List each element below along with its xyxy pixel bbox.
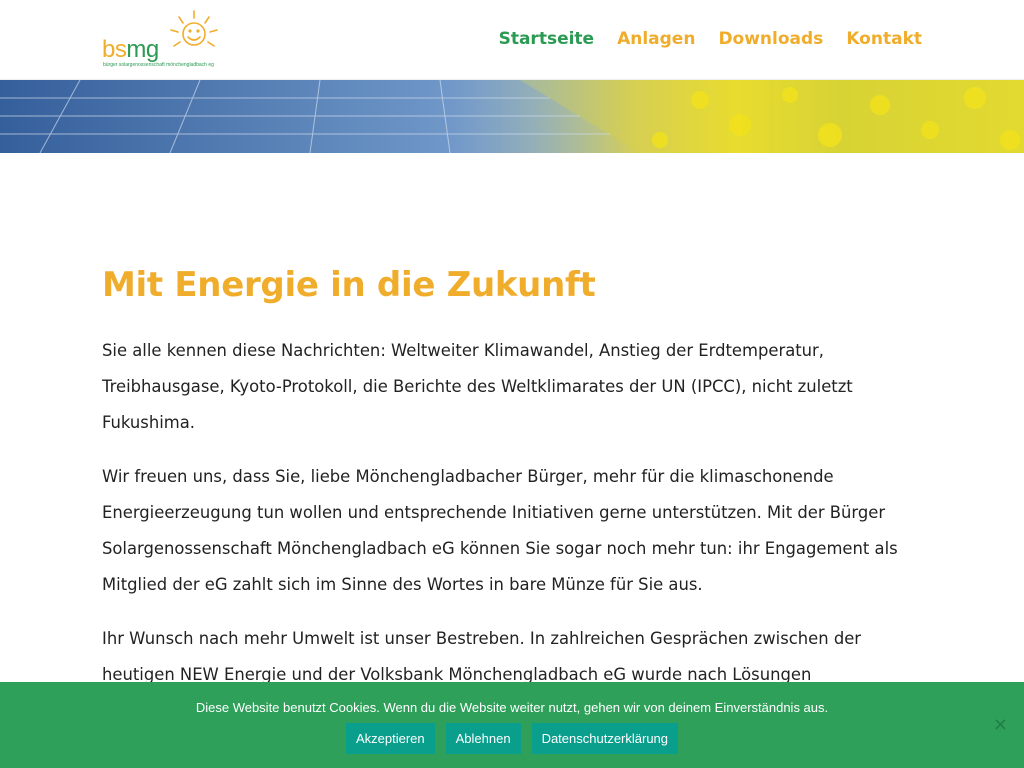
logo-subtitle: bürger solargenossenschaft mönchengladba… xyxy=(103,62,214,68)
nav-item-kontakt[interactable]: Kontakt xyxy=(846,29,922,49)
cookie-button-group: Akzeptieren Ablehnen Datenschutzerklärun… xyxy=(0,723,1024,754)
nav-item-downloads[interactable]: Downloads xyxy=(718,29,823,49)
sun-icon xyxy=(170,10,218,47)
decline-cookies-button[interactable]: Ablehnen xyxy=(445,723,521,754)
page-title: Mit Energie in die Zukunft xyxy=(102,265,596,305)
close-icon[interactable]: × xyxy=(993,714,1008,735)
header-banner-image xyxy=(0,80,1024,153)
solar-panel-graphic xyxy=(0,80,1020,153)
nav-item-startseite[interactable]: Startseite xyxy=(499,29,594,49)
main-navigation: Startseite Anlagen Downloads Kontakt xyxy=(499,29,922,49)
nav-item-anlagen[interactable]: Anlagen xyxy=(617,29,695,49)
intro-paragraph-2: Wir freuen uns, dass Sie, liebe Möncheng… xyxy=(102,467,898,594)
site-logo[interactable]: bsmg bürger solargenossenschaft möncheng… xyxy=(102,8,222,72)
accept-cookies-button[interactable]: Akzeptieren xyxy=(345,723,435,754)
logo-wordmark: bsmg xyxy=(102,36,159,64)
logo-text-mg: mg xyxy=(126,36,159,63)
site-header: bsmg bürger solargenossenschaft möncheng… xyxy=(0,0,1024,80)
main-content: Mit Energie in die Zukunft Sie alle kenn… xyxy=(102,265,922,711)
cookie-notice: Diese Website benutzt Cookies. Wenn du d… xyxy=(0,682,1024,768)
cookie-notice-text: Diese Website benutzt Cookies. Wenn du d… xyxy=(195,700,829,715)
intro-paragraph-1: Sie alle kennen diese Nachrichten: Weltw… xyxy=(102,341,853,432)
logo-text-bs: bs xyxy=(102,36,127,63)
privacy-policy-button[interactable]: Datenschutzerklärung xyxy=(531,723,679,754)
